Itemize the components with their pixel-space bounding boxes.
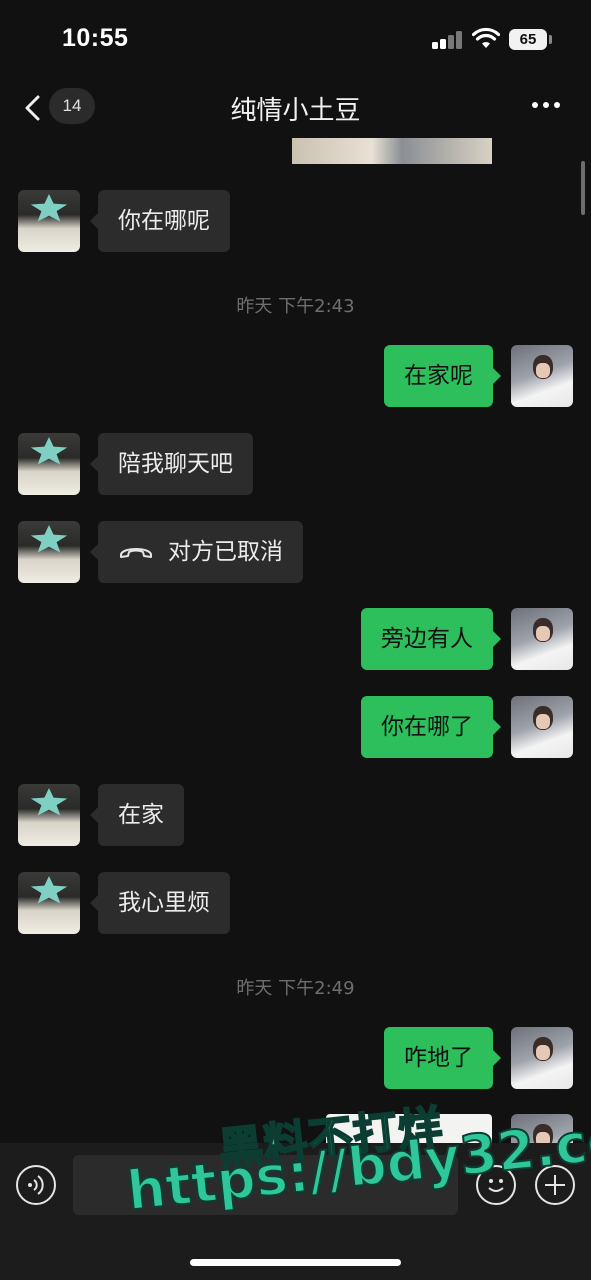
message-bubble-incoming[interactable]: 你在哪呢 <box>90 190 230 252</box>
message-bubble-outgoing[interactable]: 咋地了 <box>384 1027 501 1089</box>
voice-input-button[interactable] <box>16 1165 56 1205</box>
contact-avatar[interactable] <box>18 521 80 583</box>
chat-header: 14 纯情小土豆 <box>0 80 591 138</box>
contact-avatar[interactable] <box>18 433 80 495</box>
message-bubble-incoming[interactable]: 陪我聊天吧 <box>90 433 253 495</box>
phone-hangup-icon <box>120 547 152 558</box>
scrollbar[interactable] <box>581 161 585 215</box>
call-cancelled-bubble[interactable]: 对方已取消 <box>90 521 303 583</box>
battery-icon: 65 <box>509 29 547 50</box>
wifi-icon <box>472 27 500 48</box>
message-timestamp: 昨天 下午2:43 <box>236 296 355 317</box>
user-avatar[interactable] <box>511 608 573 670</box>
home-indicator[interactable] <box>190 1259 401 1266</box>
message-bubble-outgoing[interactable]: 你在哪了 <box>361 696 501 758</box>
contact-avatar[interactable] <box>18 872 80 934</box>
user-avatar[interactable] <box>511 1027 573 1089</box>
battery-tip <box>549 35 552 44</box>
message-timestamp: 昨天 下午2:49 <box>236 978 355 999</box>
user-avatar[interactable] <box>511 696 573 758</box>
user-avatar[interactable] <box>511 345 573 407</box>
message-bubble-incoming[interactable]: 在家 <box>90 784 184 846</box>
message-list[interactable]: 你在哪呢 昨天 下午2:43 在家呢 陪我聊天吧 对方已取消 旁边有人 你在哪了… <box>0 138 591 1143</box>
message-bubble-outgoing[interactable]: 旁边有人 <box>361 608 501 670</box>
message-bubble-outgoing[interactable]: 在家呢 <box>384 345 501 407</box>
contact-avatar[interactable] <box>18 190 80 252</box>
message-bubble-incoming[interactable]: 我心里烦 <box>90 872 230 934</box>
cellular-signal-icon <box>432 31 464 49</box>
image-message-partial[interactable] <box>292 138 492 164</box>
status-bar: 10:55 65 <box>0 0 591 80</box>
status-time: 10:55 <box>62 24 129 52</box>
contact-avatar[interactable] <box>18 784 80 846</box>
more-options-icon[interactable] <box>532 102 564 110</box>
call-status-text: 对方已取消 <box>168 539 283 565</box>
chat-title: 纯情小土豆 <box>230 96 361 126</box>
voice-wave-icon <box>28 1175 44 1195</box>
